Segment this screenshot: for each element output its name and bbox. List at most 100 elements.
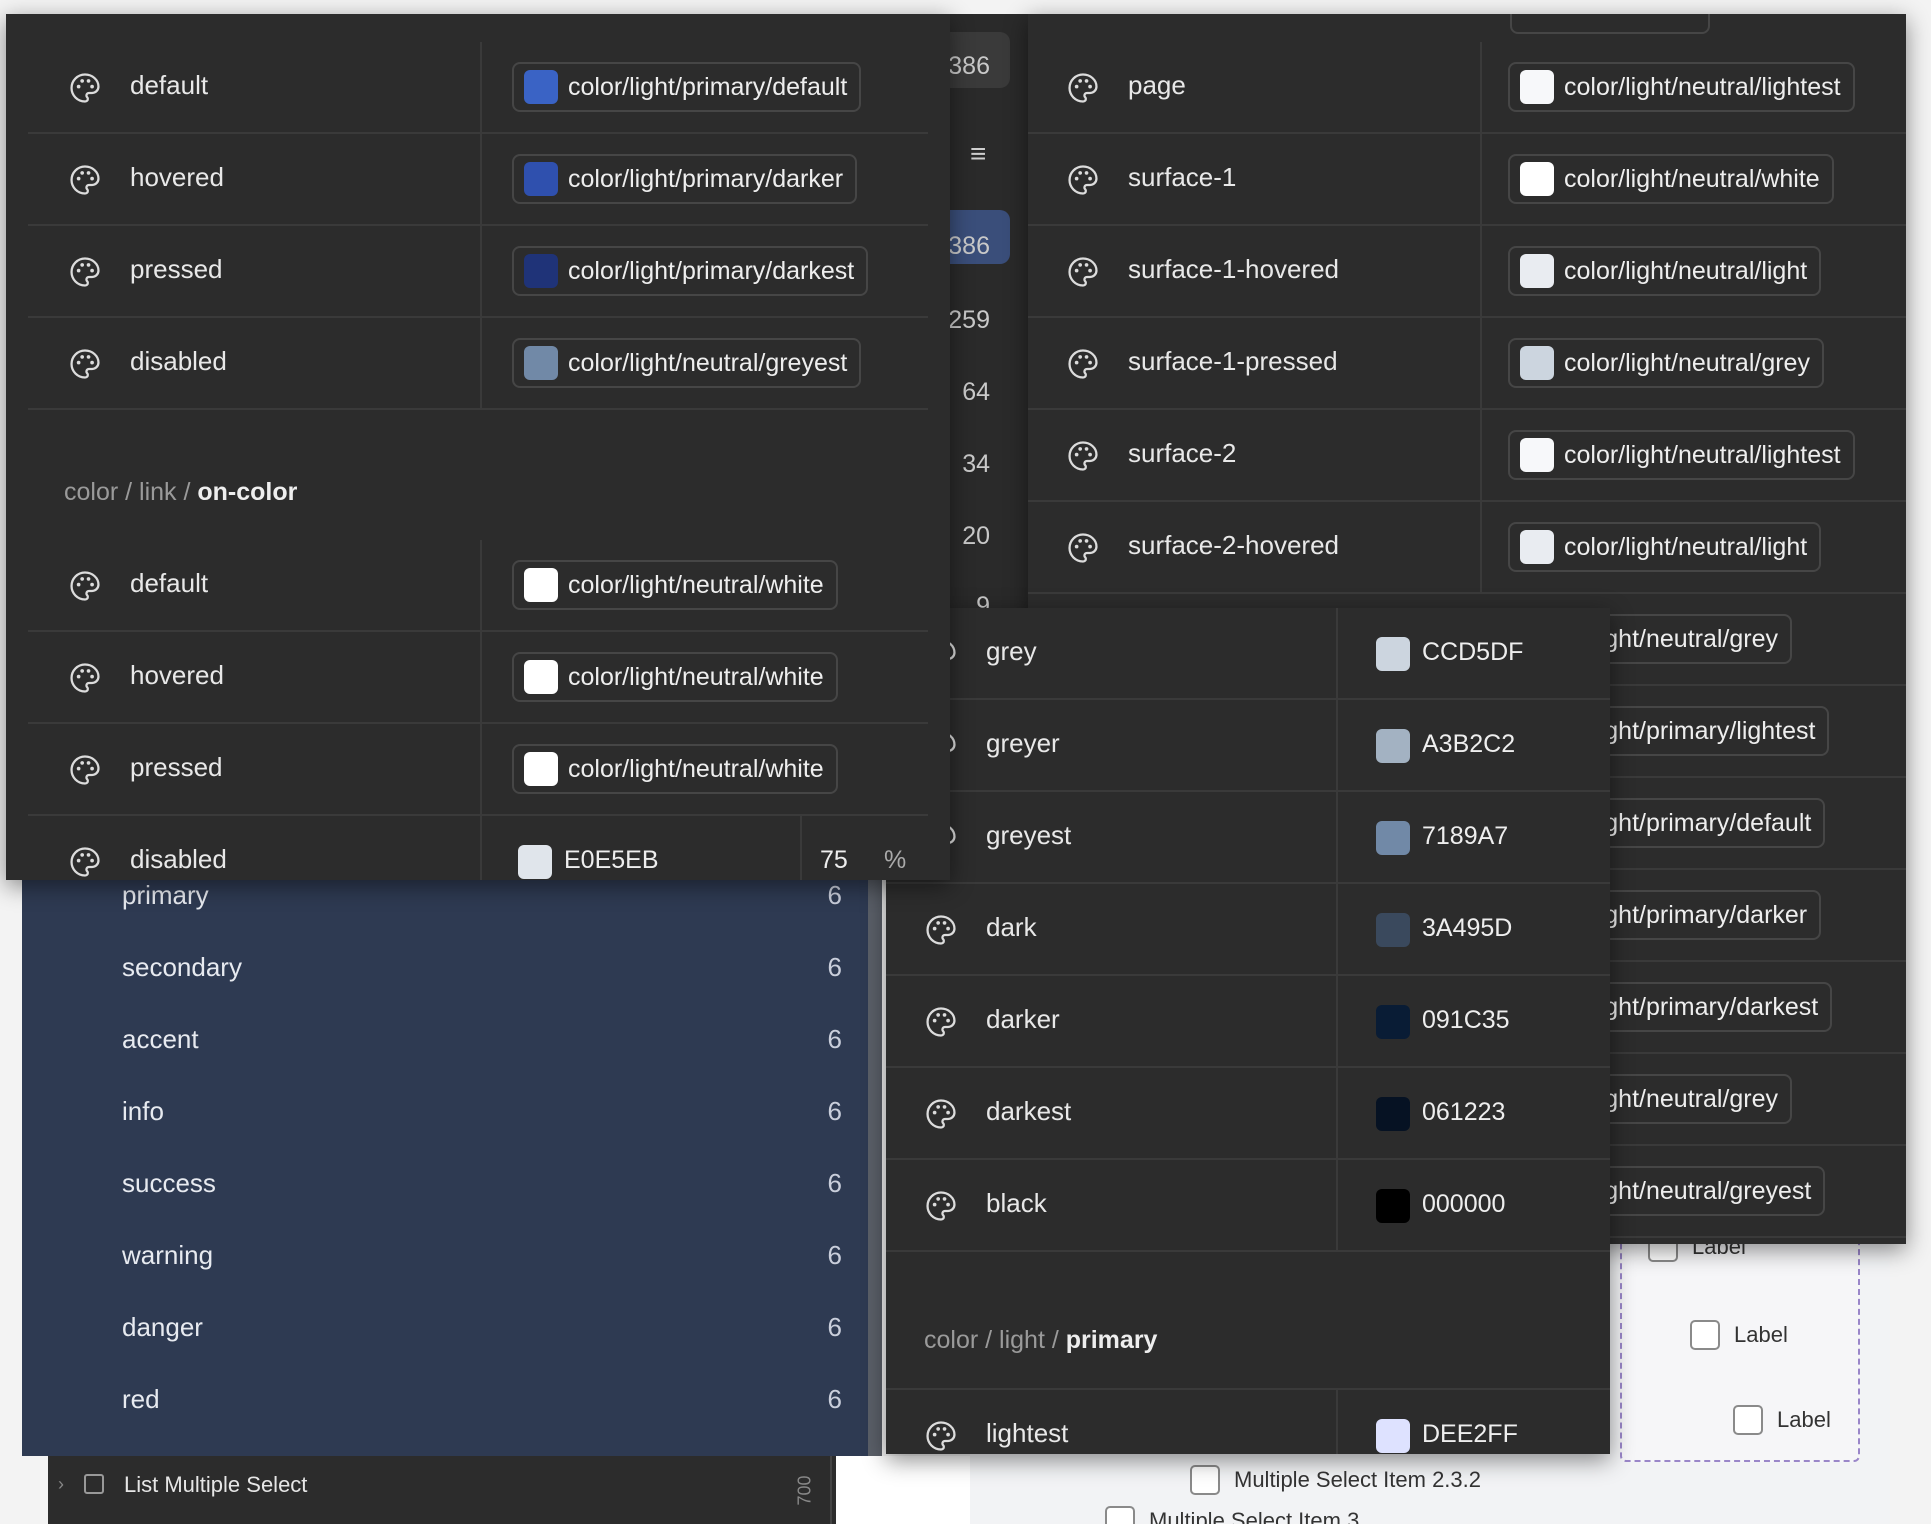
category-item[interactable]: secondary 6	[22, 932, 882, 1004]
token-reference-chip[interactable]: color/light/neutral/lightest	[1508, 62, 1855, 112]
token-row[interactable]: pressed color/light/neutral/white	[28, 724, 928, 816]
token-reference-chip[interactable]: color/light/neutral/white	[512, 652, 838, 702]
color-swatch[interactable]	[1376, 1419, 1410, 1453]
color-swatch[interactable]	[1376, 1189, 1410, 1223]
token-row[interactable]: surface-1 color/light/neutral/white	[1028, 134, 1906, 226]
checkbox-label-3[interactable]: Label	[1733, 1405, 1831, 1435]
divider	[800, 816, 802, 880]
category-item[interactable]: warning 6	[22, 1220, 882, 1292]
palette-row[interactable]: greyest 7189A7	[886, 792, 1610, 884]
token-row[interactable]: pressed color/light/primary/darkest	[28, 226, 928, 318]
token-name: surface-1	[1128, 162, 1237, 192]
hex-value[interactable]: A3B2C2	[1422, 730, 1515, 759]
checkbox-label-2[interactable]: Label	[1690, 1320, 1788, 1350]
token-name: surface-1-hovered	[1128, 254, 1339, 284]
token-row[interactable]: surface-1-pressed color/light/neutral/gre…	[1028, 318, 1906, 410]
token-name: surface-2-hovered	[1128, 530, 1339, 560]
palette-row[interactable]: darkest 061223	[886, 1068, 1610, 1160]
hex-value[interactable]: DEE2FF	[1422, 1420, 1518, 1449]
category-item[interactable]: success 6	[22, 1148, 882, 1220]
hex-value[interactable]: CCD5DF	[1422, 638, 1523, 667]
palette-icon	[70, 257, 100, 287]
color-swatch	[1520, 346, 1554, 380]
token-reference-chip[interactable]: color/light/neutral/light	[1508, 522, 1822, 572]
section-title: color / light / primary	[924, 1326, 1158, 1354]
token-row[interactable]: hovered color/light/primary/darker	[28, 134, 928, 226]
token-row[interactable]: hovered color/light/neutral/white	[28, 632, 928, 724]
token-row[interactable]: surface-2-hovered color/light/neutral/lig…	[1028, 502, 1906, 594]
divider	[1336, 608, 1338, 698]
token-reference-chip[interactable]: color/light/primary/darkest	[512, 246, 869, 296]
token-row[interactable]: default color/light/neutral/white	[28, 540, 928, 632]
color-swatch[interactable]	[1376, 1005, 1410, 1039]
token-reference: color/light/primary/default	[568, 72, 848, 101]
multiple-select-item[interactable]: Multiple Select Item 2.3.2	[1190, 1465, 1481, 1495]
token-reference-chip[interactable]: color/light/neutral/greyest	[512, 338, 862, 388]
canvas-gap	[836, 1456, 970, 1524]
token-reference-chip[interactable]: color/light/neutral/light	[1508, 246, 1822, 296]
palette-row[interactable]: greyer A3B2C2	[886, 700, 1610, 792]
palette-row[interactable]: dark 3A495D	[886, 884, 1610, 976]
color-swatch	[1520, 254, 1554, 288]
hex-value[interactable]: E0E5EB	[564, 846, 659, 875]
token-reference-chip[interactable]: color/light/primary/default	[512, 62, 862, 112]
scrollbar[interactable]	[868, 860, 882, 1456]
palette-icon	[1068, 533, 1098, 563]
divider	[1480, 226, 1482, 316]
token-row-lightest[interactable]: lightest DEE2FF	[886, 1388, 1610, 1454]
token-reference-chip[interactable]: color/light/neutral/white	[512, 744, 838, 794]
token-reference-chip[interactable]: color/light/neutral/lightest	[1508, 430, 1855, 480]
color-swatch	[1520, 162, 1554, 196]
color-swatch[interactable]	[518, 845, 552, 879]
category-item[interactable]: info 6	[22, 1076, 882, 1148]
token-row[interactable]: default color/light/primary/default	[28, 42, 928, 134]
opacity-value[interactable]: 75	[820, 846, 848, 875]
expand-chevron-icon[interactable]: ›	[58, 1474, 64, 1495]
color-swatch[interactable]	[1376, 729, 1410, 763]
divider	[1480, 318, 1482, 408]
token-row[interactable]: surface-1-hovered color/light/neutral/lig…	[1028, 226, 1906, 318]
token-row[interactable]: disabled color/light/neutral/greyest	[28, 318, 928, 410]
token-reference: color/light/neutral/white	[568, 570, 824, 599]
hex-value[interactable]: 061223	[1422, 1098, 1505, 1127]
token-reference-chip[interactable]: color/light/neutral/white	[512, 560, 838, 610]
hex-value[interactable]: 3A495D	[1422, 914, 1512, 943]
token-name: hovered	[130, 162, 224, 192]
token-row-disabled[interactable]: disabled E0E5EB 75 %	[28, 816, 928, 880]
category-item[interactable]: danger 6	[22, 1292, 882, 1364]
token-row[interactable]: page color/light/neutral/lightest	[1028, 42, 1906, 134]
checkbox[interactable]	[1690, 1320, 1720, 1350]
hex-value[interactable]: 000000	[1422, 1190, 1505, 1219]
divider	[480, 134, 482, 224]
hex-value[interactable]: 091C35	[1422, 1006, 1510, 1035]
divider	[480, 226, 482, 316]
token-reference: color/light/primary/darkest	[568, 256, 855, 285]
token-row[interactable]: surface-2 color/light/neutral/lightest	[1028, 410, 1906, 502]
token-name: pressed	[130, 752, 223, 782]
hex-value[interactable]: 7189A7	[1422, 822, 1508, 851]
token-reference: color/light/neutral/light	[1564, 532, 1808, 561]
color-swatch	[524, 752, 558, 786]
category-item[interactable]: accent 6	[22, 1004, 882, 1076]
token-reference-chip[interactable]: color/light/neutral/grey	[1508, 338, 1824, 388]
checkbox[interactable]	[1105, 1506, 1135, 1524]
color-swatch[interactable]	[1376, 637, 1410, 671]
multiple-select-item[interactable]: Multiple Select Item 3	[1105, 1506, 1359, 1524]
category-item[interactable]: red 6	[22, 1364, 882, 1436]
checkbox[interactable]	[1190, 1465, 1220, 1495]
token-reference: color/light/neutral/white	[568, 662, 824, 691]
checkbox[interactable]	[1733, 1405, 1763, 1435]
color-swatch[interactable]	[1376, 1097, 1410, 1131]
palette-row[interactable]: darker 091C35	[886, 976, 1610, 1068]
layer-name[interactable]: List Multiple Select	[124, 1472, 307, 1498]
token-reference-chip[interactable]: color/light/primary/darker	[512, 154, 858, 204]
token-reference: color/light/neutral/greyest	[568, 348, 848, 377]
category-count: 6	[827, 1024, 842, 1054]
color-swatch[interactable]	[1376, 821, 1410, 855]
token-reference-chip[interactable]: color/light/neutral/white	[1508, 154, 1834, 204]
palette-row[interactable]: black 000000	[886, 1160, 1610, 1252]
palette-row[interactable]: grey CCD5DF	[886, 608, 1610, 700]
color-swatch[interactable]	[1376, 913, 1410, 947]
category-label: accent	[122, 1024, 199, 1054]
list-filter-icon[interactable]: ≡	[970, 138, 986, 170]
